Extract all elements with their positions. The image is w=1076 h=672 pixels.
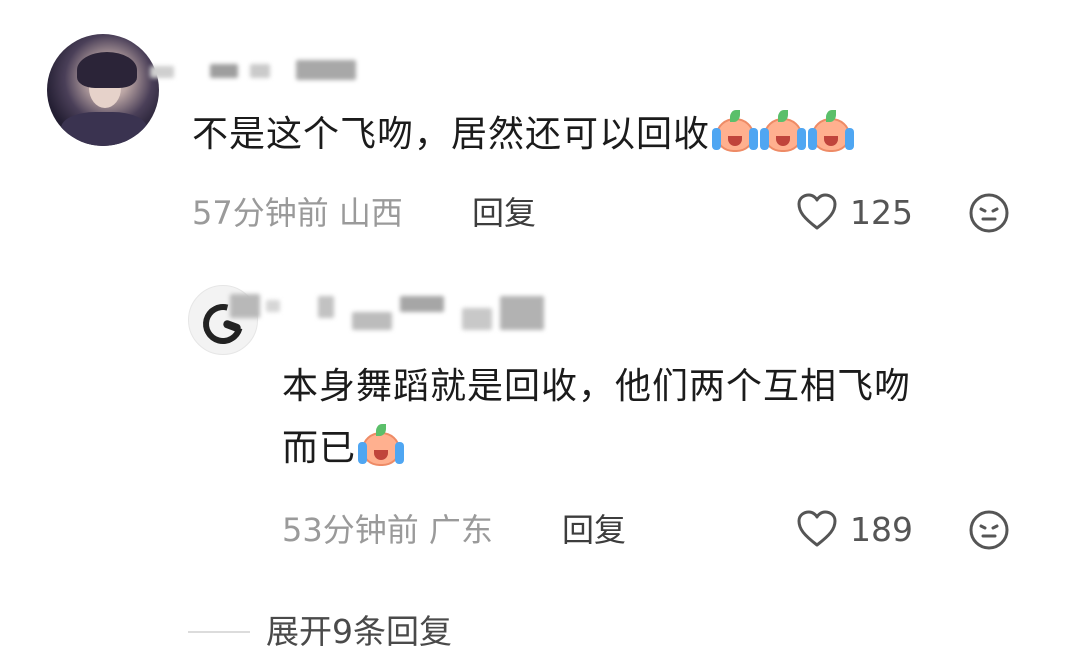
reply-text-line2-wrap: 而已 xyxy=(282,418,1042,480)
neutral-face-icon[interactable] xyxy=(968,509,1010,551)
crying-face-emoji xyxy=(808,110,855,154)
like-count: 189 xyxy=(850,510,913,549)
comment-text-body: 不是这个飞吻，居然还可以回收 xyxy=(192,114,711,155)
commenter-avatar[interactable] xyxy=(47,34,159,146)
reply-text-line1: 本身舞蹈就是回收，他们两个互相飞吻 xyxy=(282,366,912,407)
crying-face-emoji xyxy=(358,424,405,468)
reply-text-line2: 而已 xyxy=(282,428,357,469)
crying-face-emoji xyxy=(760,110,807,154)
reply-text: 本身舞蹈就是回收，他们两个互相飞吻 而已 xyxy=(282,356,1042,480)
reply-button[interactable]: 回复 xyxy=(472,193,536,233)
expand-replies-button[interactable]: 展开9条回复 xyxy=(266,612,452,652)
reply-meta: 53分钟前 广东 xyxy=(282,510,493,550)
reply-button[interactable]: 回复 xyxy=(562,510,626,550)
neutral-face-icon[interactable] xyxy=(968,192,1010,234)
avatar-figure-robe xyxy=(61,112,147,146)
comment-meta: 57分钟前 山西 xyxy=(192,193,403,233)
heart-outline-icon[interactable] xyxy=(796,509,838,549)
avatar-figure-hair xyxy=(77,52,137,88)
comment-text: 不是这个飞吻，居然还可以回收 xyxy=(192,104,1012,166)
like-count: 125 xyxy=(850,193,913,232)
reply-location: 广东 xyxy=(428,511,493,549)
reply-time: 53分钟前 xyxy=(282,511,419,549)
comment-time: 57分钟前 xyxy=(192,194,329,232)
comment-location: 山西 xyxy=(338,194,403,232)
expand-divider-line xyxy=(188,631,250,633)
crying-face-emoji xyxy=(712,110,759,154)
heart-outline-icon[interactable] xyxy=(796,192,838,232)
